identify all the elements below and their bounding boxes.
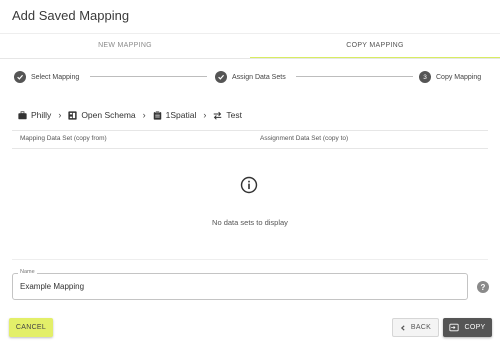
breadcrumb: Philly › Open Schema › 1Spatial › Test	[18, 108, 242, 122]
chevron-right-icon: ›	[203, 110, 207, 120]
schema-icon	[68, 110, 77, 120]
step-assign-data-sets: Assign Data Sets	[215, 68, 286, 86]
chevron-right-icon: ›	[58, 110, 62, 120]
info-icon	[240, 176, 258, 194]
chevron-right-icon: ›	[142, 110, 146, 120]
chevron-left-icon	[400, 324, 405, 331]
check-icon	[14, 71, 26, 83]
stepper: Select Mapping Assign Data Sets 3 Copy M…	[0, 68, 500, 86]
name-input[interactable]: Example Mapping	[20, 282, 84, 291]
briefcase-icon	[18, 110, 27, 119]
mapping-tabs: NEW MAPPING COPY MAPPING	[0, 33, 500, 59]
name-field-label: Name	[18, 269, 37, 275]
dialog-title: Add Saved Mapping	[12, 8, 130, 23]
breadcrumb-item-open-schema[interactable]: Open Schema	[68, 110, 136, 120]
step-copy-mapping: 3 Copy Mapping	[419, 68, 481, 86]
check-icon	[215, 71, 227, 83]
cancel-button-label: CANCEL	[15, 324, 47, 331]
breadcrumb-item-1spatial[interactable]: 1Spatial	[153, 110, 197, 120]
breadcrumb-label: 1Spatial	[165, 110, 197, 120]
column-header-copy-to[interactable]: Assignment Data Set (copy to)	[260, 135, 348, 142]
back-button-label: BACK	[410, 324, 432, 331]
help-icon[interactable]: ?	[477, 281, 489, 293]
step-label: Assign Data Sets	[232, 73, 286, 81]
back-button[interactable]: BACK	[392, 318, 439, 337]
step-connector	[90, 76, 207, 77]
breadcrumb-label: Test	[226, 110, 242, 120]
step-label: Copy Mapping	[436, 73, 482, 81]
step-select-mapping: Select Mapping	[14, 68, 79, 86]
step-label: Select Mapping	[31, 73, 80, 81]
copy-button-label: COPY	[464, 324, 486, 331]
tabs-divider	[0, 58, 500, 59]
step-connector	[296, 76, 413, 77]
breadcrumb-item-test[interactable]: Test	[213, 110, 242, 120]
step-number: 3	[419, 71, 431, 83]
empty-state-message: No data sets to display	[212, 218, 288, 227]
breadcrumb-item-philly[interactable]: Philly	[18, 110, 51, 120]
copy-button[interactable]: COPY	[443, 318, 492, 337]
breadcrumb-label: Philly	[31, 110, 52, 120]
swap-arrows-icon	[214, 111, 222, 120]
name-field[interactable]: Name Example Mapping	[12, 269, 468, 300]
tab-new-mapping[interactable]: NEW MAPPING	[0, 34, 250, 59]
copy-into-icon	[449, 323, 460, 332]
svg-text:?: ?	[481, 283, 486, 292]
clipboard-icon	[153, 110, 161, 120]
section-divider	[12, 259, 488, 260]
breadcrumb-label: Open Schema	[81, 110, 136, 120]
tab-copy-mapping[interactable]: COPY MAPPING	[250, 34, 500, 59]
table-header: Mapping Data Set (copy from) Assignment …	[12, 130, 488, 149]
column-header-copy-from[interactable]: Mapping Data Set (copy from)	[20, 135, 107, 142]
cancel-button[interactable]: CANCEL	[9, 318, 53, 337]
